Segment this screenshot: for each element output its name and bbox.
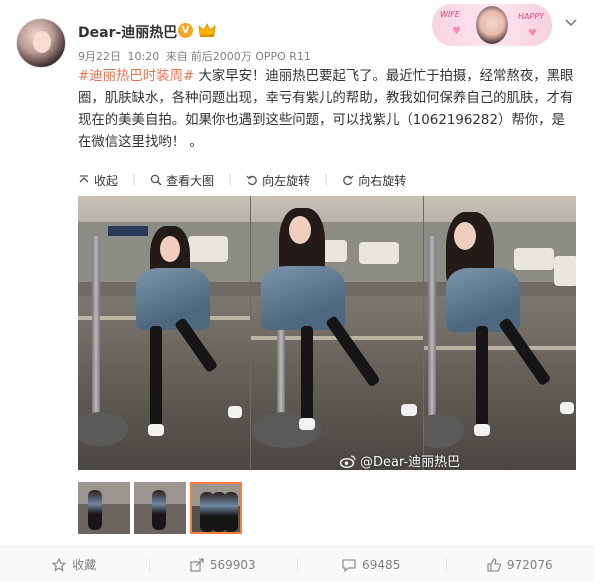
user-name[interactable]: Dear-迪丽热巴 <box>78 22 177 42</box>
chevron-down-icon[interactable] <box>563 14 579 30</box>
rotate-left-icon <box>246 175 257 186</box>
post-meta: 9月22日 10:20 来自 前后2000万 OPPO R11 <box>78 48 314 64</box>
avatar[interactable] <box>16 18 66 68</box>
share-button[interactable]: 569903 <box>148 547 298 582</box>
thumbs-up-icon <box>487 557 501 572</box>
heart-icon: ♥ <box>452 26 461 37</box>
view-large-button[interactable]: 查看大图 <box>150 172 214 188</box>
image-toolbar: 收起 | 查看大图 | 向左旋转 | 向右旋转 <box>78 172 420 188</box>
post-footer: 收藏 569903 69485 972076 <box>0 546 594 582</box>
crown-icon[interactable] <box>198 22 216 38</box>
zoom-icon <box>150 174 162 186</box>
hashtag-link[interactable]: #迪丽热巴时装周# <box>78 69 194 84</box>
photo-panel <box>78 196 250 470</box>
view-large-label: 查看大图 <box>166 173 215 188</box>
favorite-label: 收藏 <box>72 558 97 572</box>
share-icon <box>190 557 204 572</box>
banner-portrait <box>476 6 508 44</box>
star-icon <box>52 557 67 572</box>
photo-panel <box>251 196 423 470</box>
rotate-left-label: 向左旋转 <box>262 173 311 188</box>
share-count: 569903 <box>209 557 256 572</box>
comment-button[interactable]: 69485 <box>297 547 446 582</box>
rotate-left-button[interactable]: 向左旋转 <box>246 172 310 188</box>
rotate-right-label: 向右旋转 <box>358 173 407 188</box>
photo-panel <box>424 196 576 470</box>
photo-watermark: @Dear-迪丽热巴 <box>340 451 460 470</box>
thumbnail-list <box>78 482 246 534</box>
rotate-right-button[interactable]: 向右旋转 <box>342 172 406 188</box>
banner-tag-left: WIFE <box>440 10 460 19</box>
comment-icon <box>342 558 356 572</box>
source-prefix: 来自 <box>165 50 188 63</box>
favorite-button[interactable]: 收藏 <box>0 547 149 582</box>
verified-icon: V <box>178 23 193 38</box>
post-time[interactable]: 10:20 <box>128 50 160 63</box>
heart-icon: ♥ <box>528 28 537 39</box>
thumbnail[interactable] <box>78 482 130 534</box>
profile-banner: WIFE HAPPY ♥ ♥ <box>432 4 552 46</box>
thumbnail-selected[interactable] <box>190 482 242 534</box>
banner-tag-right: HAPPY <box>518 12 545 21</box>
post-date[interactable]: 9月22日 <box>78 50 121 63</box>
thumbnail[interactable] <box>134 482 186 534</box>
post-photo[interactable]: @Dear-迪丽热巴 <box>78 196 576 470</box>
post-text: #迪丽热巴时装周# 大家早安！迪丽热巴要起飞了。最近忙于拍摄，经常熬夜，黑眼圈，… <box>78 66 578 154</box>
collapse-icon <box>79 175 89 183</box>
post-source[interactable]: 前后2000万 OPPO R11 <box>191 50 311 63</box>
rotate-right-icon <box>343 175 354 186</box>
like-count: 972076 <box>506 557 553 572</box>
collapse-button[interactable]: 收起 <box>78 172 118 188</box>
comment-count: 69485 <box>362 557 401 572</box>
watermark-text: @Dear-迪丽热巴 <box>360 455 461 470</box>
collapse-label: 收起 <box>94 173 119 188</box>
like-button[interactable]: 972076 <box>445 547 594 582</box>
weibo-logo-icon <box>340 454 356 468</box>
